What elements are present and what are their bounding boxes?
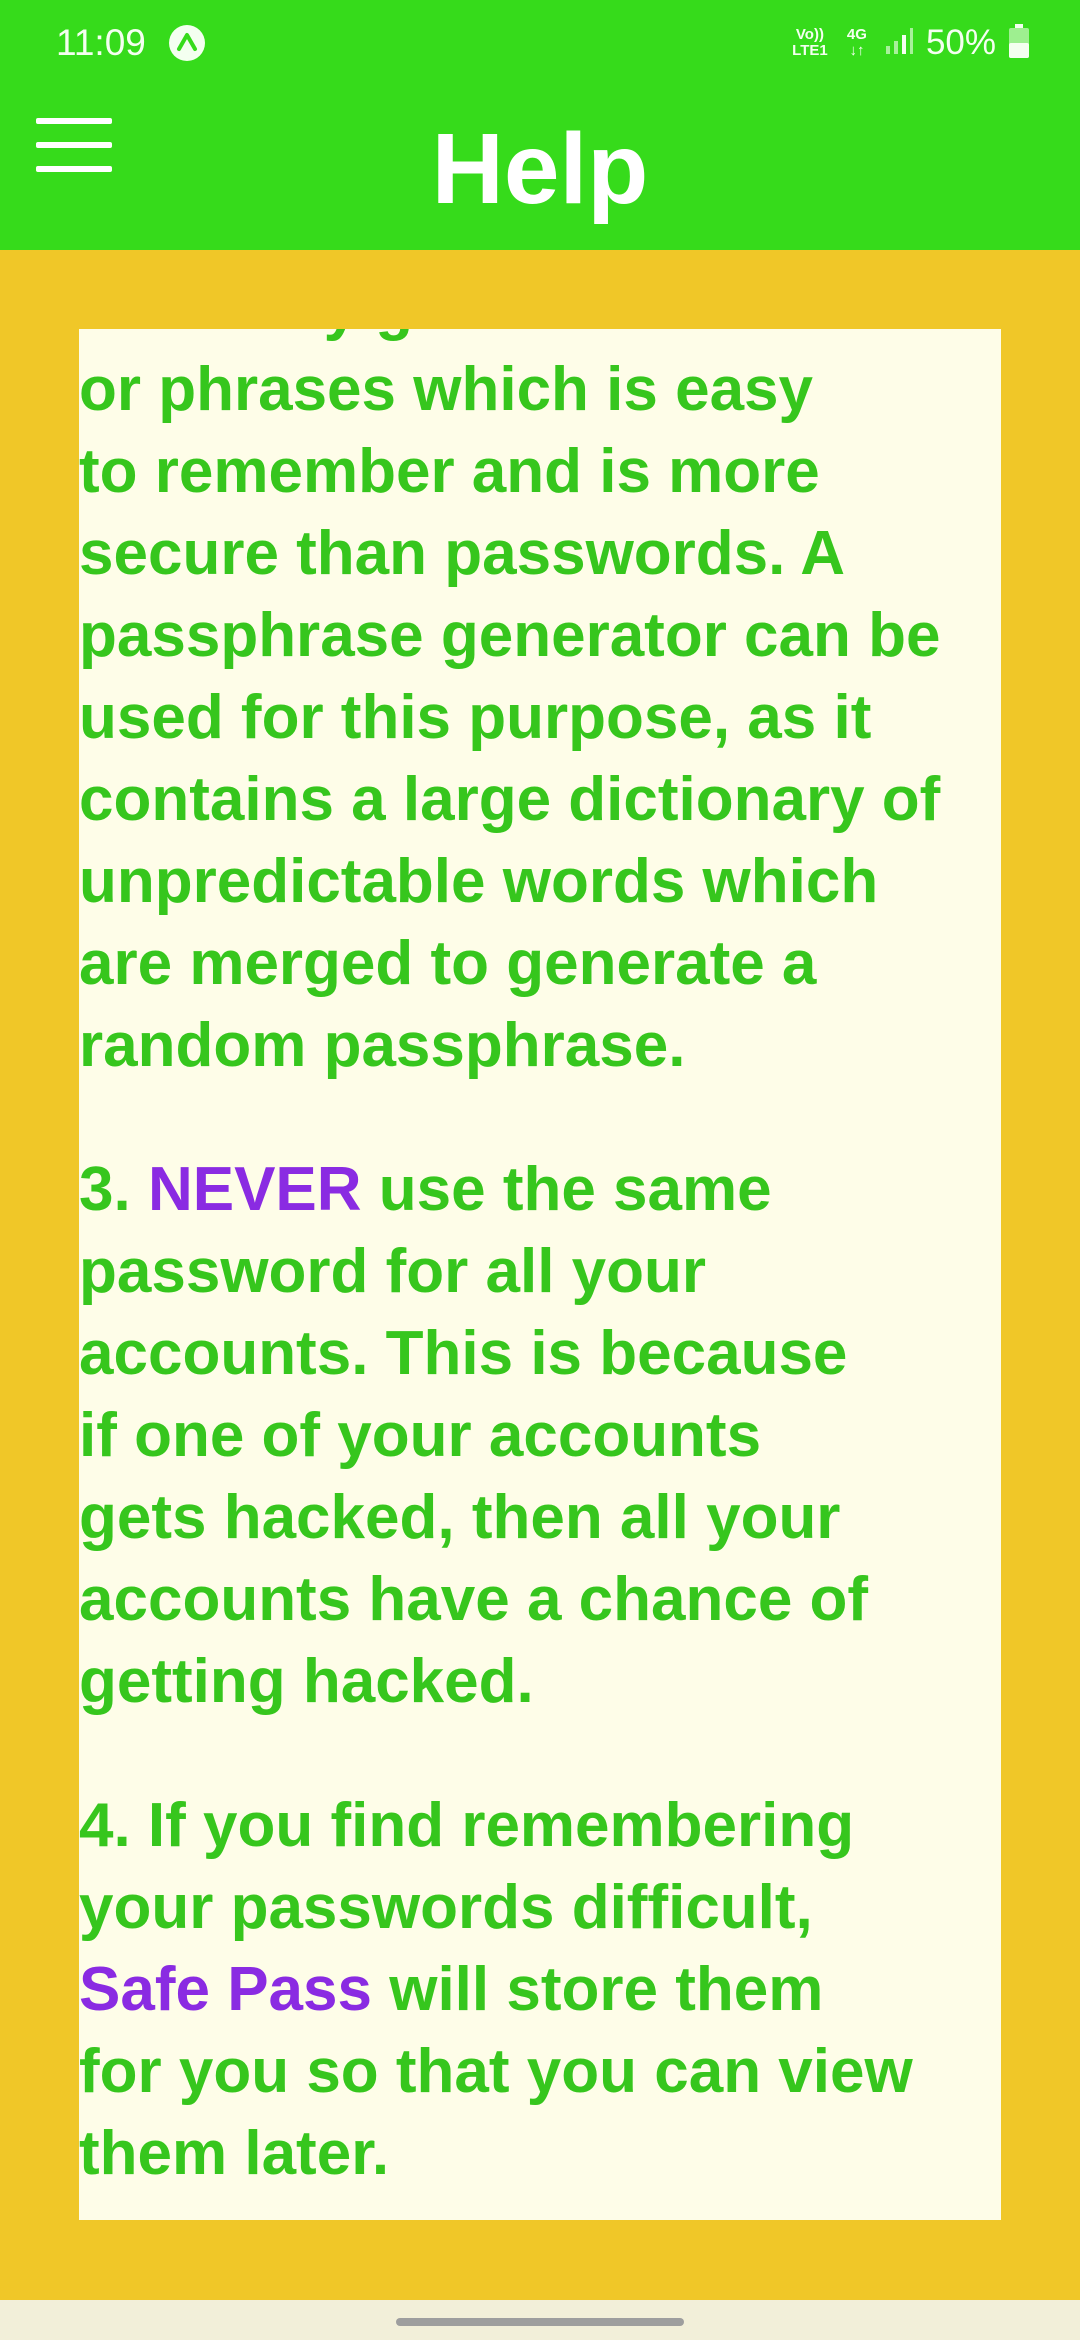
help-line: getting hacked.	[79, 1647, 534, 1716]
never-emphasis: NEVER	[147, 1155, 362, 1224]
help-line: are merged to generate a	[79, 929, 817, 998]
data-arrows-icon: ↓↑	[849, 42, 865, 59]
help-line: passphrase generator can be	[79, 601, 941, 670]
help-line: accounts. This is because	[79, 1319, 848, 1388]
app-notification-icon	[168, 24, 206, 62]
help-line: secure than passwords. A	[79, 519, 846, 588]
status-indicators: Vo)) LTE1 4G ↓↑ 50%	[790, 20, 1030, 66]
help-line: if one of your accounts	[79, 1401, 762, 1470]
help-line: randomly generated words	[79, 329, 1001, 349]
battery-icon	[1008, 23, 1030, 64]
help-paragraph-safe-pass: 4. If you find remembering your password…	[79, 1785, 1001, 2195]
status-bar: 11:09 Vo)) LTE1 4G ↓↑ 50%	[0, 0, 1080, 88]
help-line: or phrases which is easy	[79, 355, 814, 424]
help-line: random passphrase.	[79, 1011, 686, 1080]
help-line: Safe Pass will store them	[79, 1955, 824, 2024]
help-line: gets hacked, then all your	[79, 1483, 841, 1552]
navigation-bar	[0, 2300, 1080, 2340]
app-name-highlight: Safe Pass	[79, 1955, 372, 2024]
status-time: 11:09	[56, 22, 146, 63]
help-paragraph-never-reuse: 3. NEVER use the same password for all y…	[79, 1149, 1001, 1723]
network-type-indicator: 4G ↓↑	[842, 27, 872, 59]
help-line: accounts have a chance of	[79, 1565, 869, 1634]
help-content-card[interactable]: randomly generated words or phrases whic…	[79, 329, 1001, 2220]
signal-strength-icon	[884, 26, 914, 61]
help-line: your passwords difficult,	[79, 1873, 813, 1942]
help-line: for you so that you can view	[79, 2037, 913, 2106]
help-text: randomly generated words or phrases whic…	[79, 329, 1001, 2195]
help-line: 3. NEVER use the same	[79, 1155, 772, 1224]
help-paragraph-passphrase: randomly generated words or phrases whic…	[79, 329, 1001, 1087]
help-line: them later.	[79, 2119, 390, 2188]
help-line: used for this purpose, as it	[79, 683, 872, 752]
app-bar: Help	[0, 88, 1080, 250]
help-line: to remember and is more	[79, 437, 820, 506]
help-line: contains a large dictionary of	[79, 765, 941, 834]
battery-percentage: 50%	[925, 23, 996, 62]
page-title: Help	[431, 113, 649, 225]
help-line: password for all your	[79, 1237, 707, 1306]
gesture-handle[interactable]	[396, 2318, 684, 2326]
help-line: 4. If you find remembering	[79, 1791, 855, 1860]
help-line: unpredictable words which	[79, 847, 879, 916]
volte-indicator: Vo)) LTE1	[792, 26, 828, 59]
